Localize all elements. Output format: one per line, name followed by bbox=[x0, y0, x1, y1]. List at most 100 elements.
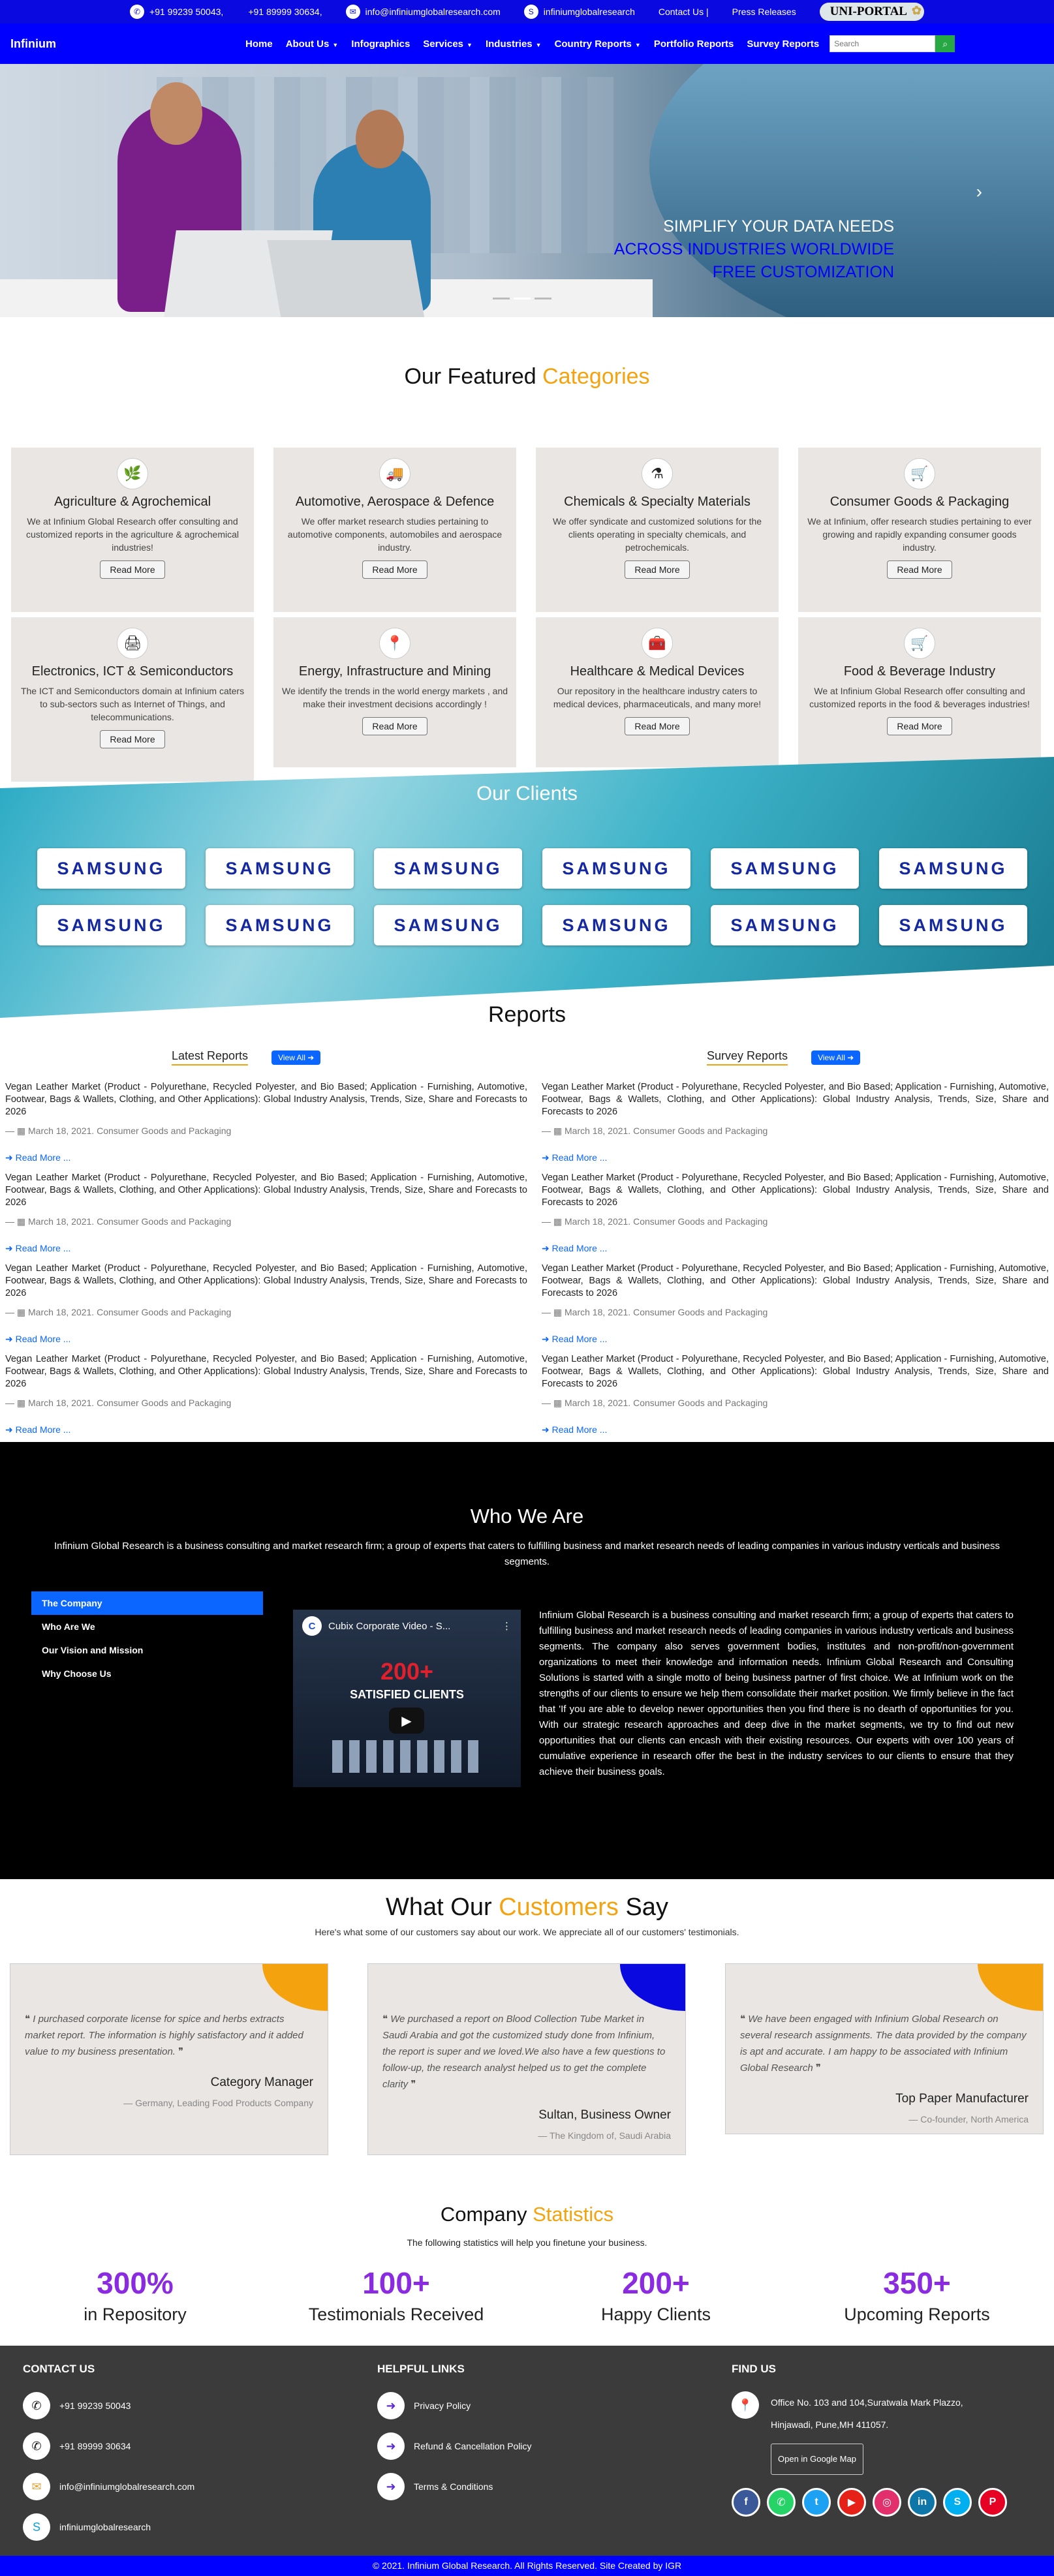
top-phone-2[interactable]: +91 89999 30634, bbox=[248, 7, 322, 17]
nav-portfolio-reports[interactable]: Portfolio Reports bbox=[654, 38, 734, 50]
read-more-button[interactable]: Read More bbox=[362, 717, 427, 735]
category-description: We at Infinium, offer research studies p… bbox=[807, 516, 1032, 553]
nav-home[interactable]: Home bbox=[245, 38, 273, 50]
search-button[interactable]: ⌕ bbox=[935, 35, 955, 52]
read-more-button[interactable]: Read More bbox=[362, 560, 427, 579]
hero-laptop-right bbox=[267, 240, 425, 317]
read-more-button[interactable]: Read More bbox=[625, 560, 690, 579]
open-google-map-button[interactable]: Open in Google Map bbox=[771, 2444, 863, 2475]
social-links: f ✆ t ▶ ◎ in S P bbox=[732, 2488, 1007, 2517]
nav-about-us[interactable]: About Us ▼ bbox=[286, 38, 339, 50]
quote-open-icon: ❝ bbox=[740, 2014, 749, 2025]
tab-why-choose-us[interactable]: Why Choose Us bbox=[31, 1662, 263, 1685]
facebook-icon[interactable]: f bbox=[732, 2488, 760, 2517]
video-subtitle: SATISFIED CLIENTS bbox=[350, 1688, 464, 1701]
twitter-icon[interactable]: t bbox=[802, 2488, 831, 2517]
top-skype-link[interactable]: infiniumglobalresearch bbox=[544, 7, 635, 17]
play-icon[interactable]: ▶ bbox=[389, 1708, 424, 1734]
report-title-link[interactable]: Vegan Leather Market (Product - Polyuret… bbox=[542, 1263, 1049, 1300]
footer-terms-link[interactable]: ➜ Terms & Conditions bbox=[377, 2472, 532, 2501]
tab-vision-mission[interactable]: Our Vision and Mission bbox=[31, 1638, 263, 1662]
survey-reports-header: Survey Reports View All ➜ bbox=[707, 1049, 1049, 1066]
nav-country-reports[interactable]: Country Reports ▼ bbox=[555, 38, 641, 50]
report-title-link[interactable]: Vegan Leather Market (Product - Polyuret… bbox=[542, 1353, 1049, 1390]
read-more-button[interactable]: Read More bbox=[625, 717, 690, 735]
read-more-link[interactable]: ➜ Read More ... bbox=[5, 1242, 527, 1255]
latest-view-all-button[interactable]: View All ➜ bbox=[271, 1050, 321, 1065]
read-more-link[interactable]: ➜ Read More ... bbox=[5, 1333, 527, 1345]
contact-us-link[interactable]: Contact Us | bbox=[659, 7, 709, 17]
report-title-link[interactable]: Vegan Leather Market (Product - Polyuret… bbox=[542, 1081, 1049, 1118]
report-item: Vegan Leather Market (Product - Polyuret… bbox=[5, 1081, 527, 1164]
medkit-icon: 🧰 bbox=[642, 628, 673, 659]
read-more-link[interactable]: ➜ Read More ... bbox=[5, 1424, 527, 1436]
read-more-button[interactable]: Read More bbox=[887, 717, 952, 735]
copyright-bar: © 2021. Infinium Global Research. All Ri… bbox=[0, 2556, 1054, 2576]
category-title: Food & Beverage Industry bbox=[843, 664, 996, 679]
read-more-link[interactable]: ➜ Read More ... bbox=[5, 1152, 527, 1164]
corporate-video[interactable]: C Cubix Corporate Video - S... ⋮ 200+ SA… bbox=[293, 1610, 521, 1787]
footer-phone-1-row[interactable]: ✆ +91 99239 50043 bbox=[23, 2391, 194, 2420]
nav-industries[interactable]: Industries ▼ bbox=[486, 38, 542, 50]
site-footer: CONTACT US ✆ +91 99239 50043 ✆ +91 89999 3… bbox=[0, 2346, 1054, 2556]
video-title-bar: C Cubix Corporate Video - S... ⋮ bbox=[293, 1610, 521, 1642]
report-item: Vegan Leather Market (Product - Polyuret… bbox=[542, 1353, 1049, 1436]
footer-phone-2-row[interactable]: ✆ +91 89999 30634 bbox=[23, 2432, 194, 2461]
calendar-icon: — ▦ bbox=[5, 1398, 29, 1408]
card-corner-accent bbox=[620, 1964, 685, 2011]
pinterest-icon[interactable]: P bbox=[978, 2488, 1007, 2517]
carousel-next-icon[interactable]: › bbox=[976, 181, 982, 202]
report-title-link[interactable]: Vegan Leather Market (Product - Polyuret… bbox=[542, 1172, 1049, 1209]
youtube-icon[interactable]: ▶ bbox=[837, 2488, 866, 2517]
read-more-button[interactable]: Read More bbox=[100, 560, 165, 579]
top-phone-1[interactable]: +91 99239 50043, bbox=[149, 7, 223, 17]
brand-logo[interactable]: Infinium bbox=[10, 37, 56, 51]
read-more-label: Read More ... bbox=[15, 1243, 71, 1253]
report-item: Vegan Leather Market (Product - Polyuret… bbox=[5, 1353, 527, 1436]
client-logo: SAMSUNG bbox=[374, 905, 522, 945]
report-date: March 18, 2021. Consumer Goods and Packa… bbox=[565, 1398, 768, 1408]
nav-infographics[interactable]: Infographics bbox=[351, 38, 410, 50]
linkedin-icon[interactable]: in bbox=[908, 2488, 937, 2517]
uni-portal-button[interactable]: UNI-PORTAL ✿ bbox=[819, 3, 924, 21]
read-more-button[interactable]: Read More bbox=[100, 730, 165, 748]
nav-services[interactable]: Services ▼ bbox=[423, 38, 473, 50]
tab-who-are-we[interactable]: Who Are We bbox=[31, 1615, 263, 1638]
read-more-link[interactable]: ➜ Read More ... bbox=[542, 1333, 1049, 1345]
report-title-link[interactable]: Vegan Leather Market (Product - Polyuret… bbox=[5, 1081, 527, 1118]
whatsapp-icon[interactable]: ✆ bbox=[767, 2488, 796, 2517]
survey-view-all-button[interactable]: View All ➜ bbox=[811, 1050, 861, 1065]
footer-email-row[interactable]: ✉ info@infiniumglobalresearch.com bbox=[23, 2472, 194, 2501]
report-title-link[interactable]: Vegan Leather Market (Product - Polyuret… bbox=[5, 1172, 527, 1209]
more-options-icon[interactable]: ⋮ bbox=[502, 1620, 512, 1632]
search-input[interactable] bbox=[829, 35, 936, 52]
client-logo: SAMSUNG bbox=[206, 848, 354, 889]
press-releases-link[interactable]: Press Releases bbox=[732, 7, 796, 17]
top-email-link[interactable]: info@infiniumglobalresearch.com bbox=[365, 7, 501, 17]
footer-skype-row[interactable]: Sinfiniumglobalresearch bbox=[23, 2513, 194, 2541]
carousel-dot[interactable] bbox=[493, 298, 510, 299]
skype-icon[interactable]: S bbox=[943, 2488, 972, 2517]
carousel-dot[interactable] bbox=[535, 298, 551, 299]
quote-close-icon: ❞ bbox=[408, 2079, 416, 2090]
stat-label: Upcoming Reports bbox=[844, 2305, 990, 2324]
footer-refund-link[interactable]: ➜ Refund & Cancellation Policy bbox=[377, 2432, 532, 2461]
read-more-button[interactable]: Read More bbox=[887, 560, 952, 579]
instagram-icon[interactable]: ◎ bbox=[873, 2488, 901, 2517]
arrow-circle-icon: ➜ bbox=[307, 1052, 315, 1062]
footer-privacy-link[interactable]: ➜ Privacy Policy bbox=[377, 2391, 532, 2420]
nav-survey-reports[interactable]: Survey Reports bbox=[747, 38, 819, 50]
reports-title: Reports bbox=[488, 1002, 566, 1027]
statistics-title-b: Statistics bbox=[533, 2203, 614, 2226]
report-title-link[interactable]: Vegan Leather Market (Product - Polyuret… bbox=[5, 1353, 527, 1390]
category-grid: 🌿 Agriculture & Agrochemical We at Infiniu… bbox=[0, 448, 1052, 782]
survey-reports-column: Survey Reports View All ➜ Vegan Leather … bbox=[542, 1049, 1049, 1436]
read-more-link[interactable]: ➜ Read More ... bbox=[542, 1242, 1049, 1255]
report-title-link[interactable]: Vegan Leather Market (Product - Polyuret… bbox=[5, 1263, 527, 1300]
read-more-link[interactable]: ➜ Read More ... bbox=[542, 1424, 1049, 1436]
carousel-dot[interactable] bbox=[514, 298, 531, 299]
read-more-link[interactable]: ➜ Read More ... bbox=[542, 1152, 1049, 1164]
tab-the-company[interactable]: The Company bbox=[31, 1591, 263, 1615]
quote-text: We purchased a report on Blood Collectio… bbox=[382, 2014, 666, 2090]
report-date: March 18, 2021. Consumer Goods and Packa… bbox=[28, 1216, 232, 1227]
